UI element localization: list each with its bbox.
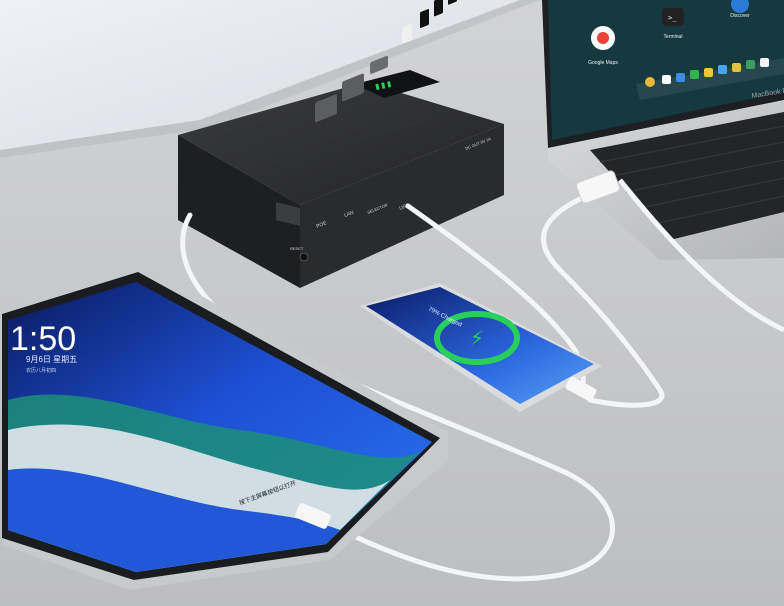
svg-text:>_: >_ <box>668 14 677 22</box>
ups-reset-button[interactable] <box>299 252 309 262</box>
app-label-discover: Discover <box>730 13 750 19</box>
ups-label-reset: RESET <box>290 246 304 251</box>
product-photo-scene: Google Maps >_ Terminal Discover MacBook… <box>0 0 784 606</box>
tablet-lunar-date: 农历八月初四 <box>26 367 56 374</box>
lightning-icon: ⚡ <box>470 328 484 350</box>
tablet-clock: 1:50 <box>10 320 76 358</box>
app-label-google-maps: Google Maps <box>588 60 618 66</box>
app-label-terminal: Terminal <box>664 34 683 40</box>
tablet-date: 9月6日 星期五 <box>26 355 77 364</box>
